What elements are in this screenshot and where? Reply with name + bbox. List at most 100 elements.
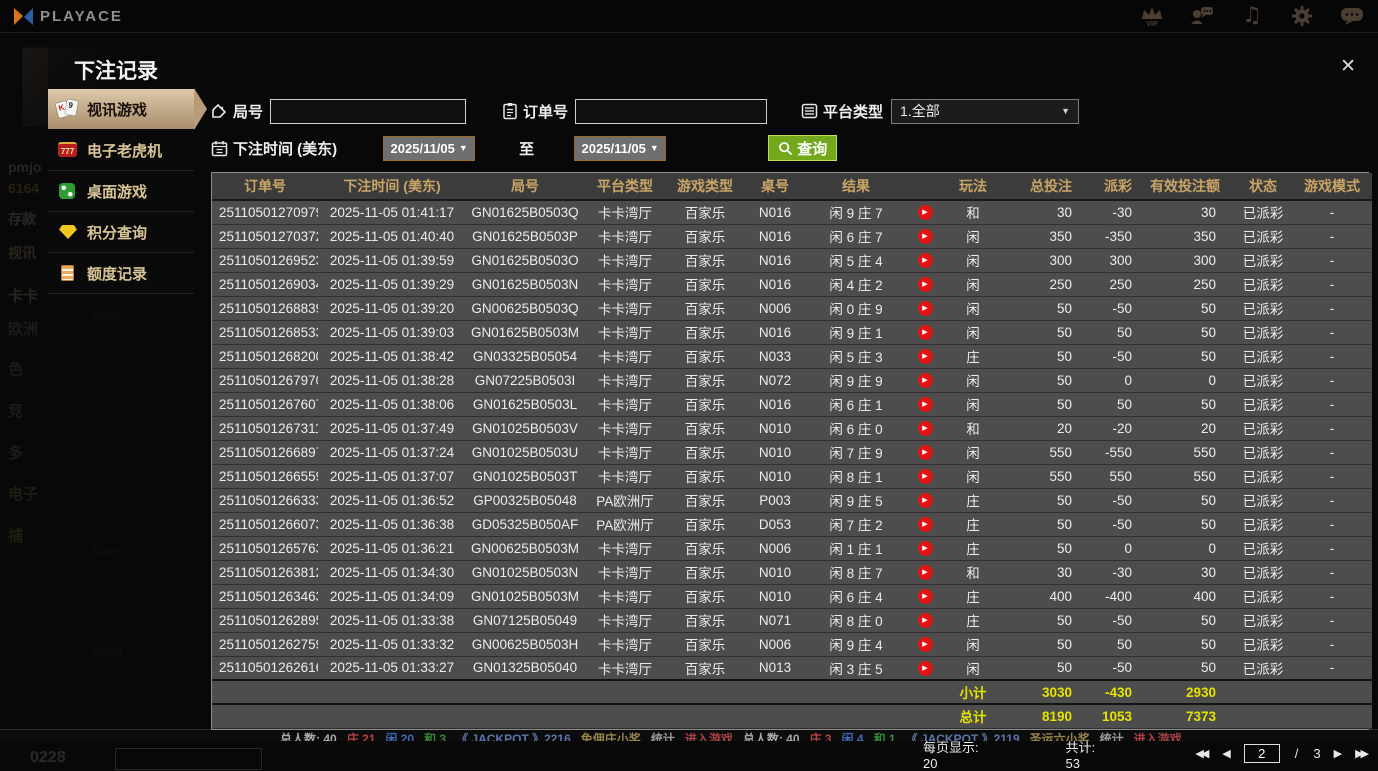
cell-result: 闲 5 庄 3 (806, 344, 906, 369)
prev-page-icon[interactable]: ◀ (1222, 747, 1231, 760)
table-row: 2511050126261612025-11-05 01:33:27GN0132… (212, 656, 1372, 681)
replay-play-icon[interactable]: ▶ (917, 516, 933, 532)
column-header: 平台类型 (584, 173, 666, 201)
cell-table-number: N016 (744, 320, 806, 345)
replay-play-icon[interactable]: ▶ (917, 660, 933, 676)
cell-bet-type: 闲 (944, 440, 1002, 465)
status-badge: 已派彩 (1234, 440, 1292, 465)
cell-result: 闲 0 庄 9 (806, 296, 906, 321)
status-badge: 已派彩 (1234, 368, 1292, 393)
music-icon[interactable]: ♫ (1240, 4, 1264, 28)
next-page-icon[interactable]: ▶ (1334, 747, 1343, 760)
cell-game-type: 百家乐 (666, 608, 744, 633)
cell-replay: ▶ (906, 344, 944, 369)
cell-platform-type: 卡卡湾厅 (584, 296, 666, 321)
cell-game-type: 百家乐 (666, 272, 744, 297)
chat-icon[interactable] (1340, 4, 1364, 28)
customer-service-icon[interactable] (1190, 4, 1214, 28)
date-to-select[interactable]: 2025/11/05 ▼ (574, 135, 667, 161)
status-badge: 已派彩 (1234, 392, 1292, 417)
cell-round-number: GN01625B0503L (466, 392, 584, 417)
round-number-input[interactable] (270, 98, 467, 124)
platform-type-label: 平台类型 (801, 101, 883, 122)
last-page-icon[interactable]: ▶▶ (1355, 747, 1369, 760)
summary-valid-bet: 2930 (1150, 679, 1234, 705)
replay-play-icon[interactable]: ▶ (917, 300, 933, 316)
cell-platform-type: PA欧洲厅 (584, 512, 666, 537)
replay-play-icon[interactable]: ▶ (917, 564, 933, 580)
summary-spacer (212, 679, 944, 705)
cell-table-number: N016 (744, 224, 806, 249)
cell-total-bet: 50 (1002, 488, 1090, 513)
total-pages: 3 (1313, 746, 1321, 761)
column-header: 结果 (806, 173, 906, 201)
replay-play-icon[interactable]: ▶ (917, 276, 933, 292)
tab-quota-records[interactable]: 额度记录 (48, 253, 194, 294)
page-input[interactable] (1243, 744, 1280, 763)
search-icon (779, 141, 793, 155)
cell-platform-type: 卡卡湾厅 (584, 632, 666, 657)
cell-replay: ▶ (906, 512, 944, 537)
cell-payout: 0 (1090, 536, 1150, 561)
replay-play-icon[interactable]: ▶ (917, 612, 933, 628)
summary-label: 总计 (944, 703, 1002, 729)
cell-round-number: GN00625B0503Q (466, 296, 584, 321)
cell-round-number: GN01625B0503N (466, 272, 584, 297)
replay-play-icon[interactable]: ▶ (917, 420, 933, 436)
cell-game-type: 百家乐 (666, 440, 744, 465)
replay-play-icon[interactable]: ▶ (917, 396, 933, 412)
replay-play-icon[interactable]: ▶ (917, 588, 933, 604)
cell-payout: -50 (1090, 608, 1150, 633)
replay-play-icon[interactable]: ▶ (917, 636, 933, 652)
cell-round-number: GN01025B0503N (466, 560, 584, 585)
replay-play-icon[interactable]: ▶ (917, 205, 933, 221)
replay-play-icon[interactable]: ▶ (917, 492, 933, 508)
date-from-select[interactable]: 2025/11/05 ▼ (383, 135, 476, 161)
replay-play-icon[interactable]: ▶ (917, 324, 933, 340)
order-number-input[interactable] (575, 98, 768, 124)
replay-play-icon[interactable]: ▶ (917, 468, 933, 484)
cell-bet-time: 2025-11-05 01:37:49 (318, 416, 466, 441)
vip-crown-icon[interactable]: VIP (1140, 4, 1164, 28)
tab-points-query[interactable]: 积分查询 (48, 212, 194, 253)
first-page-icon[interactable]: ◀◀ (1195, 747, 1209, 760)
column-header: 下注时间 (美东) (318, 173, 466, 201)
replay-play-icon[interactable]: ▶ (917, 540, 933, 556)
cell-total-bet: 400 (1002, 584, 1090, 609)
cell-game-type: 百家乐 (666, 512, 744, 537)
replay-play-icon[interactable]: ▶ (917, 348, 933, 364)
cell-payout: -550 (1090, 440, 1150, 465)
settings-gear-icon[interactable] (1290, 4, 1314, 28)
modal-title: 下注记录 (74, 60, 158, 83)
search-button[interactable]: 查询 (768, 135, 838, 161)
tab-slots[interactable]: 777 电子老虎机 (48, 130, 194, 171)
cell-result: 闲 9 庄 4 (806, 632, 906, 657)
replay-play-icon[interactable]: ▶ (917, 372, 933, 388)
table-row: 2511050127097972025-11-05 01:41:17GN0162… (212, 200, 1372, 225)
cell-bet-type: 庄 (944, 608, 1002, 633)
column-header: 派彩 (1090, 173, 1150, 201)
gem-icon (57, 222, 79, 242)
close-icon[interactable]: ✕ (1336, 55, 1360, 78)
cell-payout: 50 (1090, 632, 1150, 657)
platform-type-select[interactable]: 1.全部 ▼ (891, 98, 1080, 124)
cell-payout: -50 (1090, 512, 1150, 537)
replay-play-icon[interactable]: ▶ (917, 444, 933, 460)
tab-label: 电子老虎机 (87, 142, 163, 160)
replay-play-icon[interactable]: ▶ (917, 252, 933, 268)
cell-platform-type: 卡卡湾厅 (584, 272, 666, 297)
cell-payout: 50 (1090, 392, 1150, 417)
replay-play-icon[interactable]: ▶ (917, 228, 933, 244)
tab-table-games[interactable]: 桌面游戏 (48, 171, 194, 212)
cell-round-number: GN00625B0503M (466, 536, 584, 561)
cell-total-bet: 50 (1002, 368, 1090, 393)
cell-order-number: 251105012626161 (212, 656, 318, 681)
cell-table-number: N006 (744, 536, 806, 561)
list-icon (801, 103, 818, 119)
cell-bet-type: 庄 (944, 584, 1002, 609)
cell-payout: -50 (1090, 656, 1150, 681)
cell-bet-time: 2025-11-05 01:41:17 (318, 200, 466, 225)
tab-video-games[interactable]: K9 视讯游戏 (48, 88, 207, 130)
cell-payout: -50 (1090, 296, 1150, 321)
status-badge: 已派彩 (1234, 248, 1292, 273)
